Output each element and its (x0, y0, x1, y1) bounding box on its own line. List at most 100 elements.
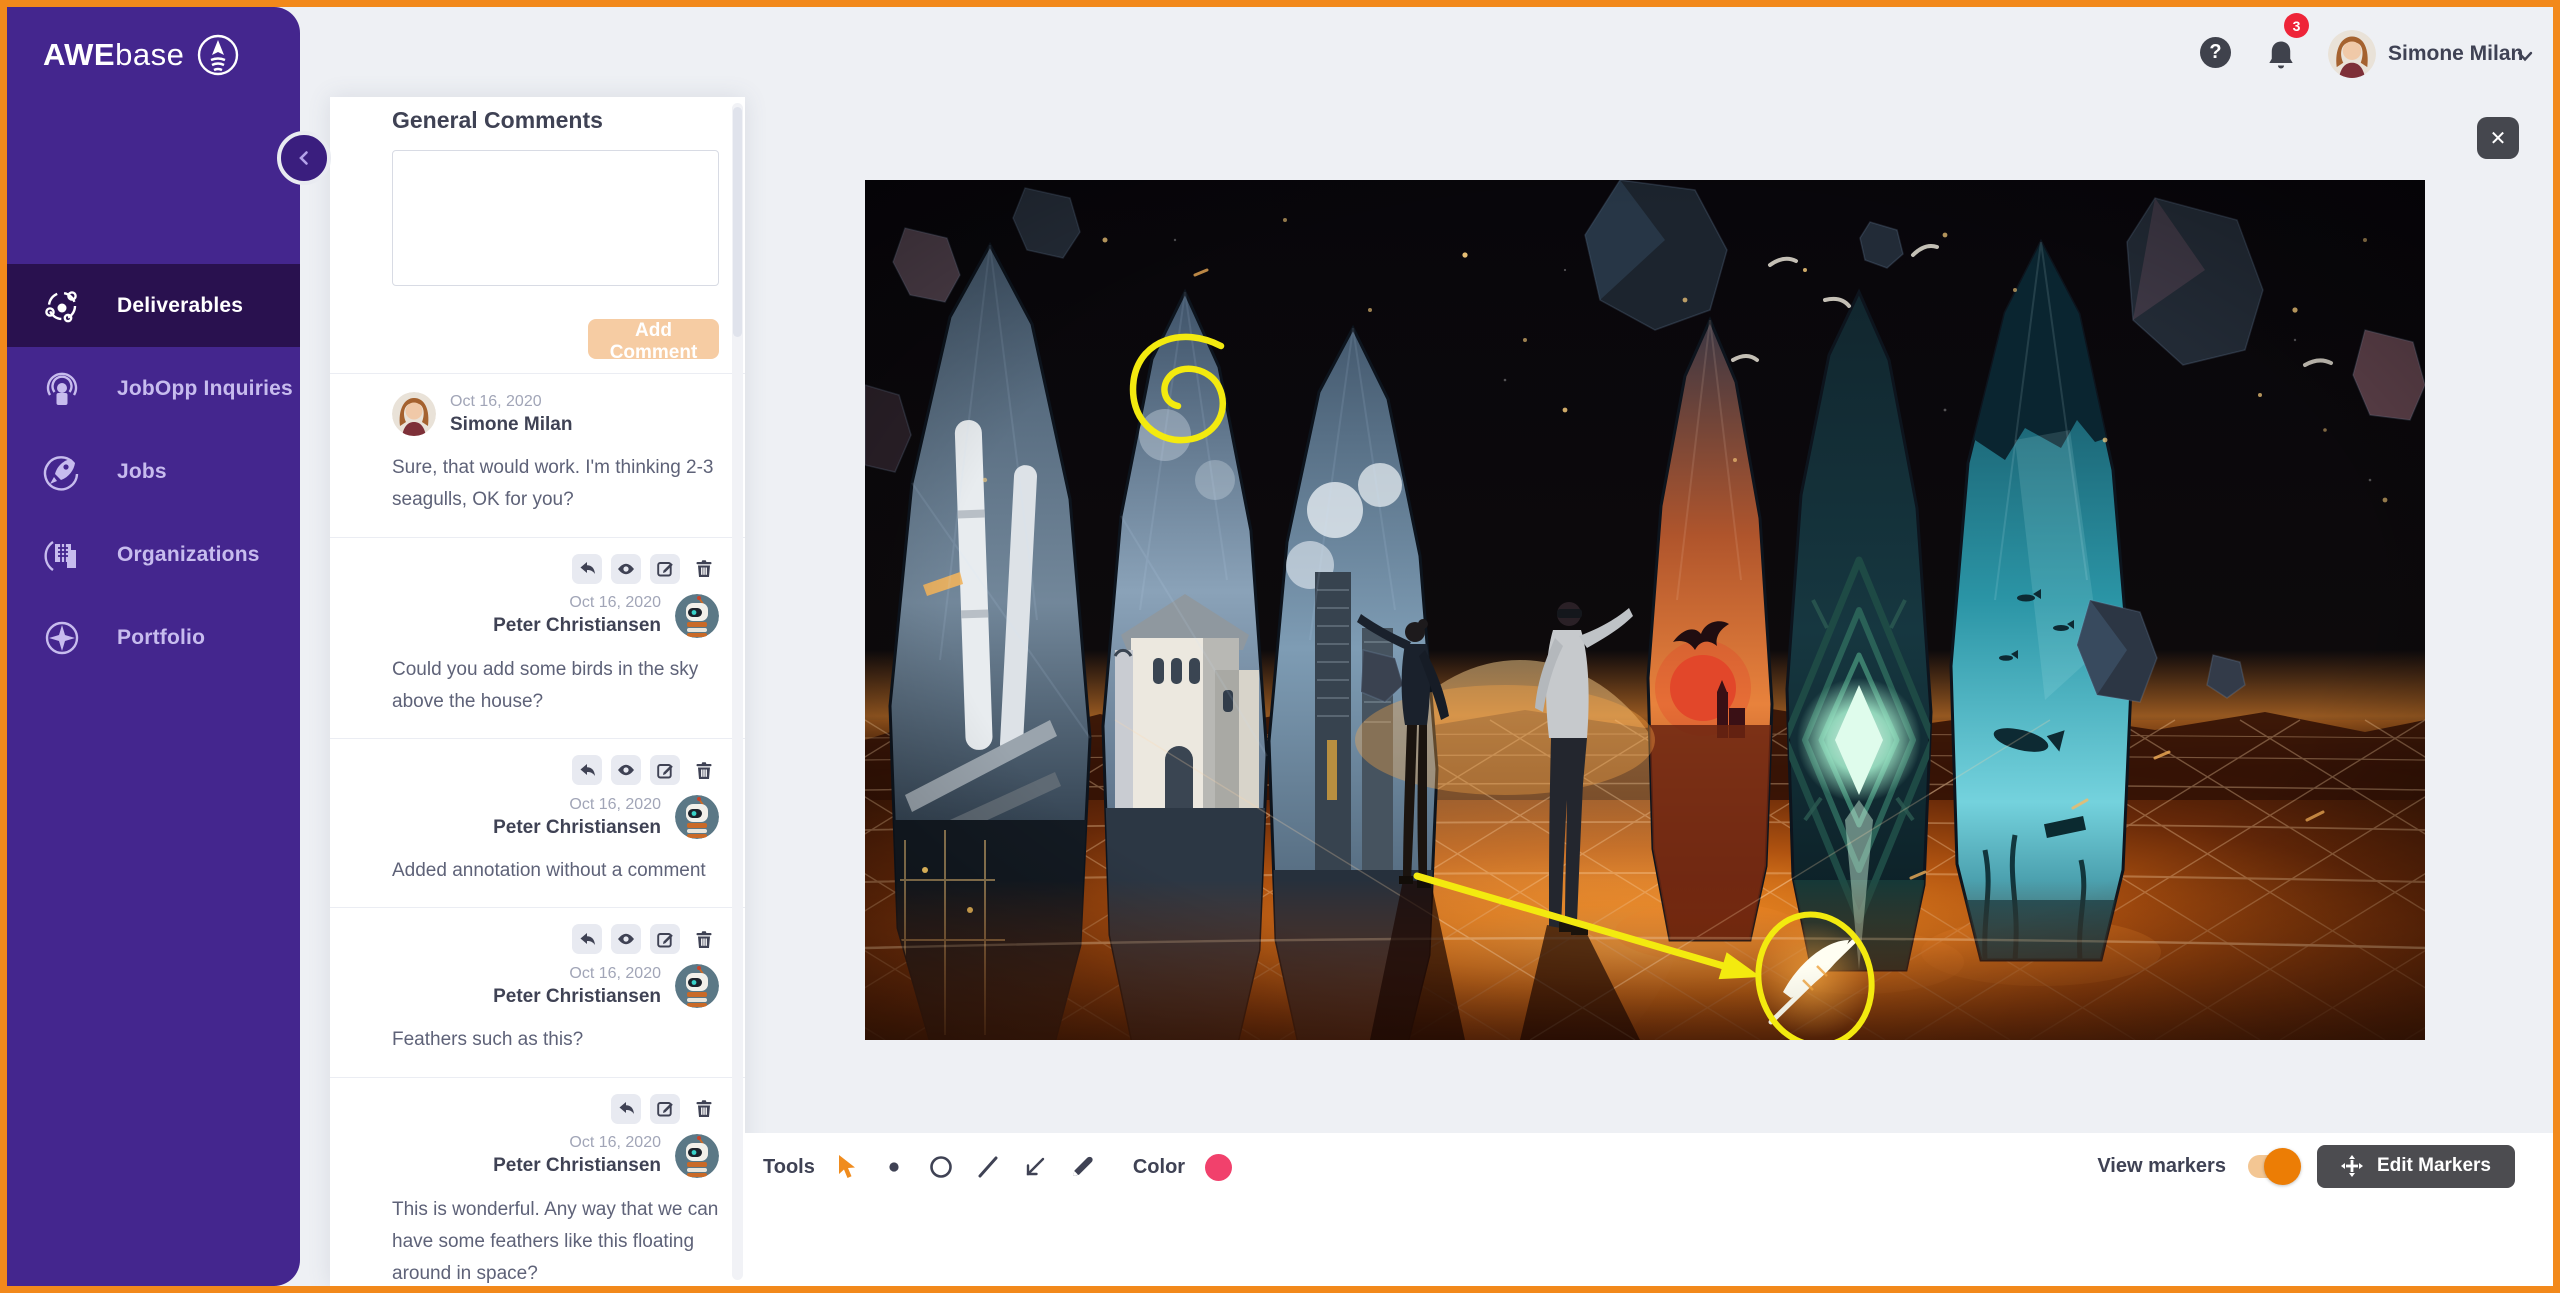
brand-wordmark: AWEbase (43, 37, 184, 73)
tool-dot[interactable] (879, 1152, 909, 1182)
comment-date: Oct 16, 2020 (493, 1134, 661, 1152)
comment-item: Oct 16, 2020 Peter Christiansen Could yo… (330, 537, 745, 739)
sidebar-nav: Deliverables JobOpp Inquiries Jo (7, 264, 300, 679)
reply-button[interactable] (572, 755, 602, 785)
reply-icon (618, 1101, 635, 1116)
comment-meta: Oct 16, 2020 Peter Christiansen (392, 1134, 719, 1178)
edit-markers-button[interactable]: Edit Markers (2317, 1145, 2515, 1188)
delete-button[interactable] (689, 1094, 719, 1124)
comment-author: Peter Christiansen (493, 817, 661, 839)
buildings-icon (41, 534, 83, 576)
comment-text: Sure, that would work. I'm thinking 2-3 … (392, 452, 719, 517)
tool-circle[interactable] (926, 1152, 956, 1182)
trash-icon (695, 930, 713, 949)
reply-icon (579, 561, 596, 576)
visibility-button[interactable] (611, 554, 641, 584)
sidebar-item-label: JobOpp Inquiries (117, 377, 293, 401)
edit-icon (657, 1100, 674, 1117)
avatar (675, 594, 719, 638)
comment-date: Oct 16, 2020 (493, 965, 661, 983)
toggle-knob (2264, 1148, 2301, 1185)
delete-button[interactable] (689, 755, 719, 785)
brand-logo[interactable]: AWEbase (43, 33, 240, 77)
edit-button[interactable] (650, 1094, 680, 1124)
help-button[interactable]: ? (2200, 37, 2231, 68)
reply-icon (579, 932, 596, 947)
comments-panel: General Comments Add Comment Oct 16, 202… (330, 97, 745, 1286)
comment-item: Oct 16, 2020 Peter Christiansen This is … (330, 1077, 745, 1286)
comment-meta: Oct 16, 2020 Peter Christiansen (392, 964, 719, 1008)
comments-scrollbar[interactable] (732, 103, 743, 1280)
tool-pencil[interactable] (1067, 1152, 1097, 1182)
eye-icon (617, 562, 635, 576)
sidebar-item-jobs[interactable]: Jobs (7, 430, 300, 513)
edit-icon (657, 560, 674, 577)
edit-icon (657, 762, 674, 779)
trash-icon (695, 761, 713, 780)
avatar (675, 964, 719, 1008)
color-swatch[interactable] (1205, 1154, 1232, 1181)
notifications-bell-icon[interactable] (2266, 39, 2296, 71)
sidebar-collapse-button[interactable] (277, 131, 331, 185)
reply-button[interactable] (611, 1094, 641, 1124)
avatar (392, 392, 436, 436)
circle-icon (929, 1155, 953, 1179)
comment-text: Could you add some birds in the sky abov… (392, 654, 719, 719)
comment-input[interactable] (392, 150, 719, 286)
tool-line[interactable] (973, 1152, 1003, 1182)
sidebar-item-jobopp-inquiries[interactable]: JobOpp Inquiries (7, 347, 300, 430)
trash-icon (695, 559, 713, 578)
comment-date: Oct 16, 2020 (450, 393, 572, 411)
sidebar: AWEbase Deliverables (7, 7, 300, 1286)
delete-button[interactable] (689, 554, 719, 584)
eye-icon (617, 763, 635, 777)
visibility-button[interactable] (611, 755, 641, 785)
sidebar-item-label: Organizations (117, 543, 260, 567)
avatar (675, 1134, 719, 1178)
comment-author: Simone Milan (450, 414, 572, 436)
comment-meta: Oct 16, 2020 Simone Milan (392, 392, 719, 436)
user-menu[interactable]: Simone Milan (2388, 42, 2523, 66)
sidebar-item-deliverables[interactable]: Deliverables (7, 264, 300, 347)
comment-author: Peter Christiansen (493, 615, 661, 637)
avatar (675, 795, 719, 839)
orbit-icon (41, 285, 83, 327)
broadcast-person-icon (41, 368, 83, 410)
sidebar-item-portfolio[interactable]: Portfolio (7, 596, 300, 679)
trash-icon (695, 1099, 713, 1118)
reply-button[interactable] (572, 924, 602, 954)
comment-text: This is wonderful. Any way that we can h… (392, 1194, 719, 1286)
add-comment-button[interactable]: Add Comment (588, 319, 719, 359)
chevron-down-icon[interactable] (2516, 47, 2534, 65)
question-mark-icon: ? (2209, 41, 2221, 64)
edit-button[interactable] (650, 924, 680, 954)
awebase-logo-icon (196, 33, 240, 77)
chevron-left-icon (296, 150, 312, 166)
comment-meta: Oct 16, 2020 Peter Christiansen (392, 594, 719, 638)
close-icon: ✕ (2490, 126, 2507, 151)
pencil-icon (1070, 1155, 1094, 1179)
edit-button[interactable] (650, 554, 680, 584)
edit-button[interactable] (650, 755, 680, 785)
comment-item: Oct 16, 2020 Simone Milan Sure, that wou… (330, 373, 745, 537)
view-markers-label: View markers (2097, 1155, 2226, 1178)
reply-icon (579, 763, 596, 778)
comment-item: Oct 16, 2020 Peter Christiansen Feathers… (330, 907, 745, 1076)
app-page: AWEbase Deliverables (0, 0, 2560, 1293)
close-viewer-button[interactable]: ✕ (2477, 117, 2519, 159)
sidebar-item-organizations[interactable]: Organizations (7, 513, 300, 596)
delete-button[interactable] (689, 924, 719, 954)
tool-pointer[interactable] (832, 1152, 862, 1182)
tool-arrow[interactable] (1020, 1152, 1050, 1182)
reply-button[interactable] (572, 554, 602, 584)
deliverable-image-canvas[interactable] (865, 180, 2425, 1040)
annotation-toolbar: Tools Color View markers (745, 1133, 2553, 1286)
user-avatar[interactable] (2328, 30, 2376, 78)
comments-panel-title: General Comments (392, 107, 719, 134)
arrow-icon (1023, 1155, 1047, 1179)
move-icon (2341, 1155, 2363, 1177)
comment-item: Oct 16, 2020 Peter Christiansen Added an… (330, 738, 745, 907)
notification-badge: 3 (2284, 13, 2309, 38)
visibility-button[interactable] (611, 924, 641, 954)
view-markers-toggle[interactable] (2248, 1155, 2295, 1178)
